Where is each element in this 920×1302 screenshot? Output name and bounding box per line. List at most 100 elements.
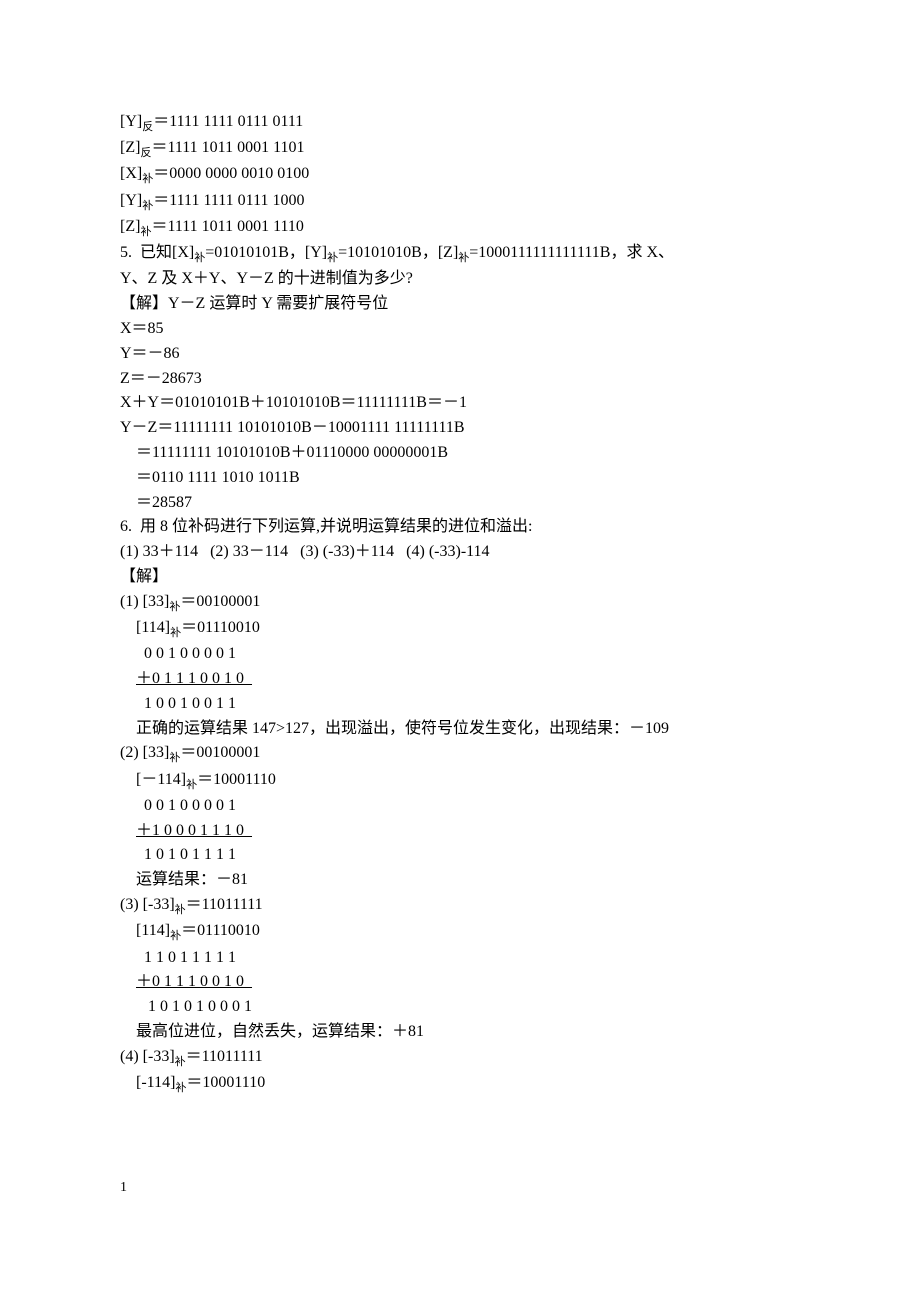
subscript-text: 补 <box>170 931 181 943</box>
text-run: [－114] <box>120 771 186 788</box>
text-run: X＋Y＝01010101B＋10101010B＝11111111B＝－1 <box>120 394 467 411</box>
text-line: X＝85 <box>120 317 800 342</box>
underline-text: ＋0 1 1 1 0 0 1 0 <box>136 670 252 687</box>
underline-text: ＋1 0 0 0 1 1 1 0 <box>136 822 252 839</box>
text-line: ＝0110 1111 1010 1011B <box>120 466 800 491</box>
text-line: [Y]反＝1111 1111 0111 0111 <box>120 110 800 136</box>
text-run: =01010101B，[Y] <box>205 244 327 261</box>
text-run: 【解】 <box>120 568 168 585</box>
text-run: ＝11011111 <box>186 1048 263 1065</box>
text-run: [114] <box>120 619 170 636</box>
text-run: ＝01110010 <box>181 922 260 939</box>
text-run: ＝10001110 <box>186 1074 265 1091</box>
subscript-text: 补 <box>186 779 197 791</box>
text-line: [114]补＝01110010 <box>120 919 800 945</box>
text-line: (1) 33＋114 (2) 33－114 (3) (-33)＋114 (4) … <box>120 540 800 565</box>
subscript-text: 补 <box>140 226 151 238</box>
text-run <box>120 670 136 687</box>
text-run: 1 0 1 0 1 0 0 0 1 <box>120 998 252 1015</box>
text-run: ＝11111111 10101010B＋01110000 00000001B <box>120 444 448 461</box>
text-run: ＝01110010 <box>181 619 260 636</box>
text-run: =1000111111111111B，求 X、 <box>469 244 674 261</box>
text-run: X＝85 <box>120 320 164 337</box>
text-line: Z＝－28673 <box>120 367 800 392</box>
subscript-text: 补 <box>170 627 181 639</box>
text-run: 运算结果：－81 <box>120 871 248 888</box>
subscript-text: 补 <box>194 252 205 264</box>
text-line: 0 0 1 0 0 0 0 1 <box>120 794 800 819</box>
text-line: (4) [-33]补＝11011111 <box>120 1045 800 1071</box>
text-line: ＋0 1 1 1 0 0 1 0 <box>120 970 800 995</box>
subscript-text: 补 <box>175 1082 186 1094</box>
text-run <box>120 822 136 839</box>
text-line: [Y]补＝1111 1111 0111 1000 <box>120 189 800 215</box>
text-line: 【解】Y－Z 运算时 Y 需要扩展符号位 <box>120 292 800 317</box>
text-line: [Z]反＝1111 1011 0001 1101 <box>120 136 800 162</box>
text-run: ＝1111 1111 0111 0111 <box>153 113 303 130</box>
text-run: [Z] <box>120 218 140 235</box>
text-run: [Y] <box>120 192 142 209</box>
text-line: [Z]补＝1111 1011 0001 1110 <box>120 215 800 241</box>
text-run: 0 0 1 0 0 0 0 1 <box>120 645 236 662</box>
text-run: [114] <box>120 922 170 939</box>
text-line: 1 0 1 0 1 0 0 0 1 <box>120 995 800 1020</box>
text-run: ＝10001110 <box>197 771 276 788</box>
text-run: ＝0110 1111 1010 1011B <box>120 469 300 486</box>
text-run: ＝28587 <box>120 494 192 511</box>
subscript-text: 补 <box>327 252 338 264</box>
text-line: ＋1 0 0 0 1 1 1 0 <box>120 819 800 844</box>
text-line: ＝28587 <box>120 491 800 516</box>
text-run: 5. 已知[X] <box>120 244 194 261</box>
underline-text: ＋0 1 1 1 0 0 1 0 <box>136 973 252 990</box>
text-run: 1 1 0 1 1 1 1 1 <box>120 949 236 966</box>
text-run: (3) [-33] <box>120 896 175 913</box>
subscript-text: 反 <box>140 147 151 159</box>
subscript-text: 反 <box>142 121 153 133</box>
text-line: 1 0 1 0 1 1 1 1 <box>120 843 800 868</box>
text-run: ＝1111 1011 0001 1110 <box>151 218 303 235</box>
text-line: (1) [33]补＝00100001 <box>120 590 800 616</box>
document-page: [Y]反＝1111 1111 0111 0111[Z]反＝1111 1011 0… <box>0 0 920 1259</box>
text-run: 6. 用 8 位补码进行下列运算,并说明运算结果的进位和溢出: <box>120 518 532 535</box>
text-line: 0 0 1 0 0 0 0 1 <box>120 642 800 667</box>
text-run: Y＝－86 <box>120 345 180 362</box>
text-line: [X]补＝0000 0000 0010 0100 <box>120 162 800 188</box>
text-run: ＝0000 0000 0010 0100 <box>153 165 309 182</box>
text-run: Y、Z 及 X＋Y、Y－Z 的十进制值为多少? <box>120 270 413 287</box>
text-line: 6. 用 8 位补码进行下列运算,并说明运算结果的进位和溢出: <box>120 515 800 540</box>
text-line: [－114]补＝10001110 <box>120 768 800 794</box>
text-run: (1) [33] <box>120 593 169 610</box>
text-run: ＝11011111 <box>186 896 263 913</box>
text-run: ＝00100001 <box>180 744 260 761</box>
text-run: 最高位进位，自然丢失，运算结果：＋81 <box>120 1023 424 1040</box>
subscript-text: 补 <box>142 200 153 212</box>
text-run: =10101010B，[Z] <box>338 244 458 261</box>
text-line: 1 0 0 1 0 0 1 1 <box>120 692 800 717</box>
text-run: 【解】Y－Z 运算时 Y 需要扩展符号位 <box>120 295 388 312</box>
text-run: [Y] <box>120 113 142 130</box>
subscript-text: 补 <box>175 904 186 916</box>
text-line: (3) [-33]补＝11011111 <box>120 893 800 919</box>
subscript-text: 补 <box>169 601 180 613</box>
subscript-text: 补 <box>175 1056 186 1068</box>
text-run: 1 0 0 1 0 0 1 1 <box>120 695 236 712</box>
text-line: 运算结果：－81 <box>120 868 800 893</box>
text-run: ＝1111 1011 0001 1101 <box>151 139 304 156</box>
text-run: [Z] <box>120 139 140 156</box>
text-line: 正确的运算结果 147>127，出现溢出，使符号位发生变化，出现结果：－109 <box>120 717 800 742</box>
text-run: Y－Z＝11111111 10101010B－10001111 11111111… <box>120 419 465 436</box>
text-line: (2) [33]补＝00100001 <box>120 741 800 767</box>
text-run <box>120 973 136 990</box>
document-content: [Y]反＝1111 1111 0111 0111[Z]反＝1111 1011 0… <box>120 110 800 1097</box>
text-line: ＋0 1 1 1 0 0 1 0 <box>120 667 800 692</box>
text-line: Y＝－86 <box>120 342 800 367</box>
text-line: 5. 已知[X]补=01010101B，[Y]补=10101010B，[Z]补=… <box>120 241 800 267</box>
text-run: (1) 33＋114 (2) 33－114 (3) (-33)＋114 (4) … <box>120 543 490 560</box>
text-run: [X] <box>120 165 142 182</box>
subscript-text: 补 <box>458 252 469 264</box>
page-number: 1 <box>120 1177 800 1199</box>
subscript-text: 补 <box>142 174 153 186</box>
text-run: ＝1111 1111 0111 1000 <box>153 192 304 209</box>
text-run: 1 0 1 0 1 1 1 1 <box>120 846 236 863</box>
text-run: (4) [-33] <box>120 1048 175 1065</box>
